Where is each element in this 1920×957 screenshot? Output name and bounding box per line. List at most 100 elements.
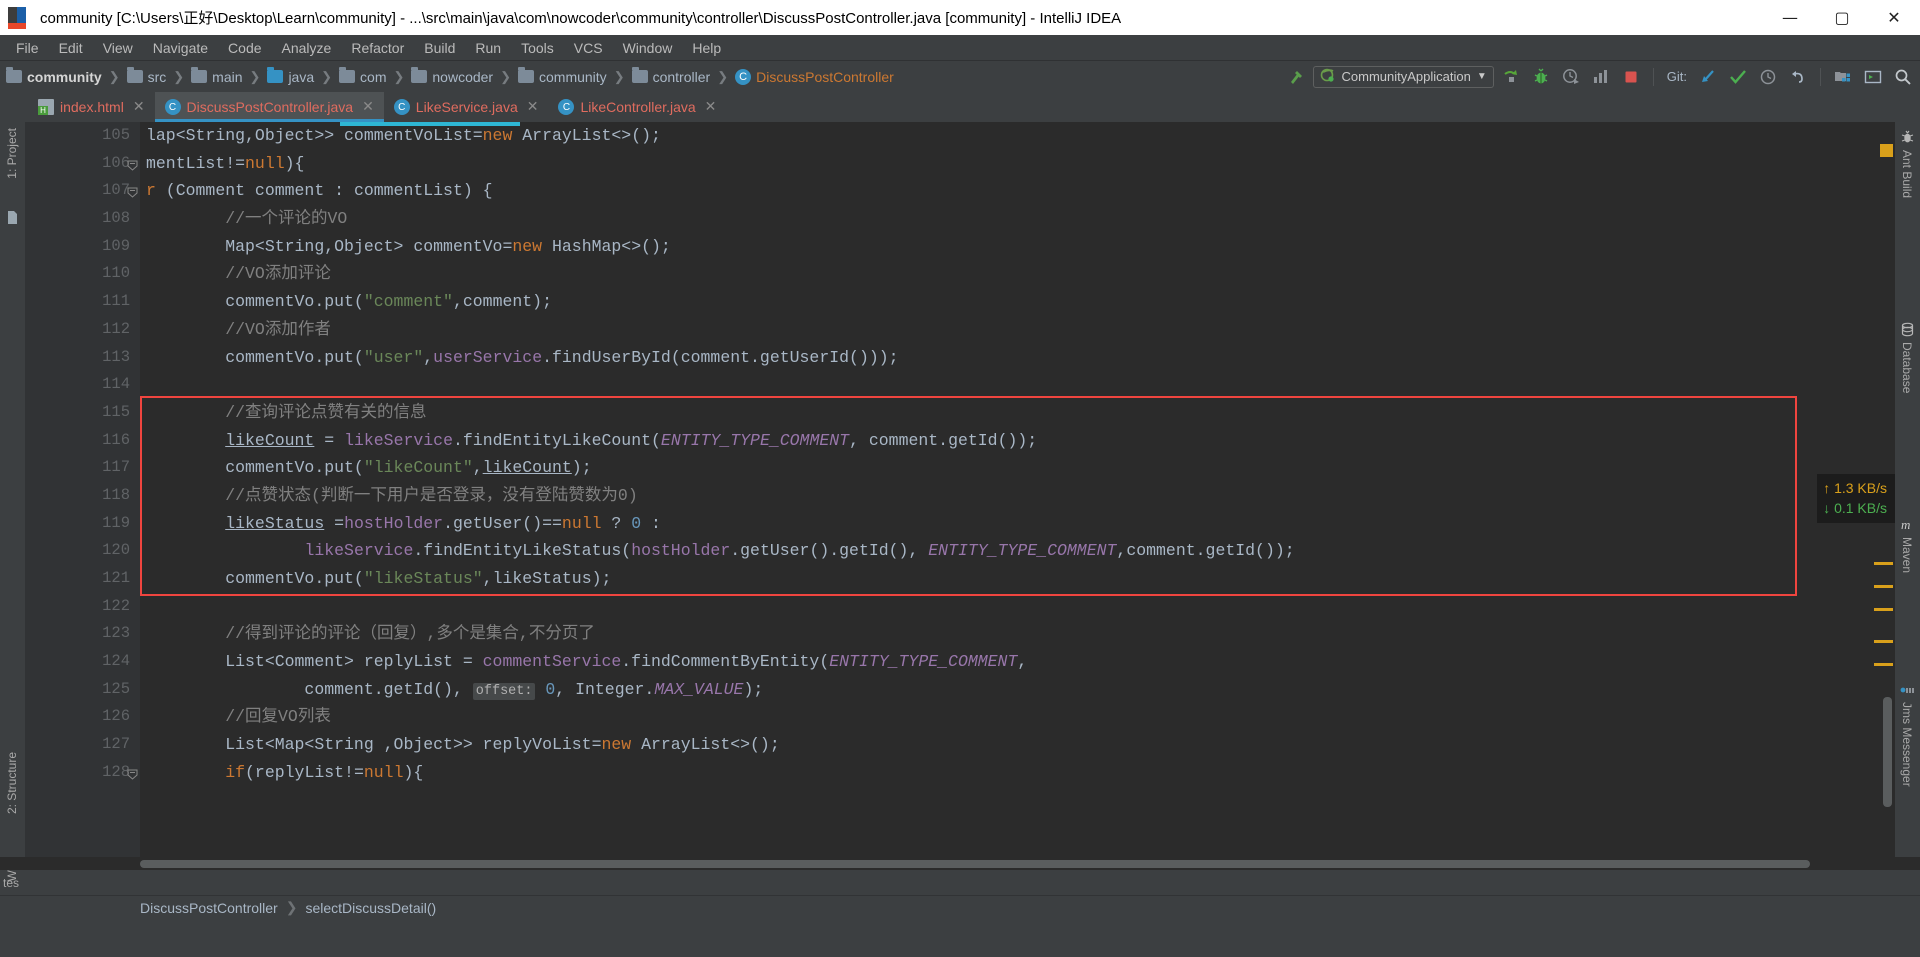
tool-window-jms-messenger[interactable]: Jms Messenger [1900,702,1914,787]
editor-marker-strip[interactable]: ↑ 1.3 KB/s ↓ 0.1 KB/s [1817,122,1895,857]
code-fold-marker[interactable] [127,767,138,780]
editor-tab-index-html[interactable]: index.html ✕ [28,92,155,122]
editor-horizontal-scrollbar[interactable] [140,860,1810,868]
code-line[interactable]: likeCount = likeService.findEntityLikeCo… [140,427,1877,455]
project-structure-icon[interactable] [1830,65,1856,89]
tool-window-structure[interactable]: 2: Structure [5,752,19,814]
maximize-button[interactable]: ▢ [1816,0,1868,35]
menu-item-refactor[interactable]: Refactor [341,37,414,59]
chevron-down-icon[interactable]: ▼ [1477,71,1487,82]
code-line[interactable]: commentVo.put("comment",comment); [140,288,1877,316]
ant-icon[interactable] [1900,130,1915,145]
code-line[interactable]: Map<String,Object> commentVo=new HashMap… [140,233,1877,261]
rollback-icon[interactable] [1785,65,1811,89]
tool-window-ant-build[interactable]: Ant Build [1900,150,1914,198]
code-line[interactable] [140,593,1877,621]
code-line[interactable]: r (Comment comment : commentList) { [140,177,1877,205]
code-line[interactable]: //VO添加作者 [140,316,1877,344]
code-line[interactable]: //一个评论的VO [140,205,1877,233]
search-everywhere-icon[interactable] [1890,65,1916,89]
status-method-name[interactable]: selectDiscussDetail() [305,900,436,916]
breadcrumb-item-com[interactable]: com [339,67,386,85]
code-line[interactable]: likeStatus =hostHolder.getUser()==null ?… [140,510,1877,538]
menu-item-code[interactable]: Code [218,37,271,59]
profiler-icon[interactable] [1588,65,1614,89]
maven-icon[interactable]: m [1900,517,1915,532]
breadcrumb-item-community-root[interactable]: community [6,67,102,85]
run-configuration-selector[interactable]: CommunityApplication ▼ [1312,65,1494,88]
breadcrumb-item-src[interactable]: src [126,67,166,85]
code-editor[interactable]: lap<String,Object>> commentVoList=new Ar… [140,122,1877,857]
editor-gutter[interactable]: 105 106 107 108 109 110 111 112 113 114 115 116 117 1… [25,122,140,857]
code-line[interactable]: mentList!=null){ [140,150,1877,178]
commit-icon[interactable] [1725,65,1751,89]
code-fold-marker[interactable] [127,158,138,171]
breadcrumb-item-java[interactable]: java [267,67,314,85]
code-line[interactable] [140,371,1877,399]
warning-marker[interactable] [1874,562,1893,565]
warning-marker[interactable] [1880,144,1893,157]
close-icon[interactable]: ✕ [133,99,145,115]
editor-tab-likeservice-java[interactable]: C LikeService.java ✕ [384,92,549,122]
breadcrumb-item-community[interactable]: community [518,67,607,85]
code-line[interactable]: if(replyList!=null){ [140,759,1877,787]
menu-item-tools[interactable]: Tools [511,37,564,59]
run-icon[interactable] [1498,65,1524,89]
database-icon[interactable] [1900,322,1915,337]
menu-item-edit[interactable]: Edit [49,37,93,59]
tool-window-project[interactable]: 1: Project [5,128,19,179]
debug-icon[interactable] [1528,65,1554,89]
code-line[interactable]: //点赞状态(判断一下用户是否登录，没有登陆赞数为0) [140,482,1877,510]
history-icon[interactable] [1755,65,1781,89]
editor-vertical-scrollbar[interactable] [1883,697,1892,807]
code-line[interactable]: //VO添加评论 [140,260,1877,288]
menu-item-navigate[interactable]: Navigate [143,37,218,59]
breadcrumb-item-nowcoder[interactable]: nowcoder [411,67,493,85]
warning-marker[interactable] [1874,663,1893,666]
warning-marker[interactable] [1874,585,1893,588]
code-line[interactable]: List<Comment> replyList = commentService… [140,648,1877,676]
terminal-icon[interactable] [1860,65,1886,89]
code-line[interactable]: likeService.findEntityLikeStatus(hostHol… [140,537,1877,565]
build-hammer-icon[interactable] [1283,65,1309,89]
breadcrumb-item-controller[interactable]: controller [631,67,710,85]
breadcrumb-item-discusspostcontroller[interactable]: C DiscussPostController [735,68,894,85]
menu-item-file[interactable]: File [6,37,49,59]
code-fold-marker[interactable] [127,185,138,199]
code-line[interactable]: comment.getId(), offset: 0, Integer.MAX_… [140,676,1877,704]
code-line[interactable]: //回复VO列表 [140,703,1877,731]
warning-marker[interactable] [1874,640,1893,643]
menu-item-run[interactable]: Run [465,37,511,59]
menu-item-analyze[interactable]: Analyze [272,37,342,59]
file-icon[interactable] [5,210,20,225]
close-icon[interactable]: ✕ [705,99,717,115]
code-line[interactable]: //查询评论点赞有关的信息 [140,399,1877,427]
stop-icon[interactable] [1618,65,1644,89]
menu-item-vcs[interactable]: VCS [564,37,613,59]
warning-marker[interactable] [1874,608,1893,611]
jms-icon[interactable] [1900,682,1915,697]
update-project-icon[interactable] [1695,65,1721,89]
close-button[interactable]: ✕ [1868,0,1920,35]
code-line[interactable]: commentVo.put("likeCount",likeCount); [140,454,1877,482]
menu-item-view[interactable]: View [93,37,143,59]
code-line[interactable]: commentVo.put("likeStatus",likeStatus); [140,565,1877,593]
run-with-coverage-icon[interactable] [1558,65,1584,89]
menu-item-window[interactable]: Window [613,37,683,59]
code-line[interactable]: //得到评论的评论（回复）,多个是集合,不分页了 [140,620,1877,648]
close-icon[interactable]: ✕ [527,99,539,115]
code-token: likeService [344,430,453,450]
breadcrumb-item-main[interactable]: main [191,67,243,85]
tool-window-database[interactable]: Database [1900,342,1914,393]
editor-tab-likecontroller-java[interactable]: C LikeController.java ✕ [548,92,726,122]
menu-item-build[interactable]: Build [414,37,465,59]
menu-item-help[interactable]: Help [682,37,731,59]
code-line[interactable]: lap<String,Object>> commentVoList=new Ar… [140,122,1877,150]
editor-tab-discusspostcontroller-java[interactable]: C DiscussPostController.java ✕ [154,92,385,122]
code-line[interactable]: commentVo.put("user",userService.findUse… [140,344,1877,372]
code-line[interactable]: List<Map<String ,Object>> replyVoList=ne… [140,731,1877,759]
tool-window-maven[interactable]: Maven [1900,537,1914,573]
close-icon[interactable]: ✕ [362,99,374,115]
status-class-name[interactable]: DiscussPostController [140,900,278,916]
minimize-button[interactable]: — [1764,0,1816,35]
